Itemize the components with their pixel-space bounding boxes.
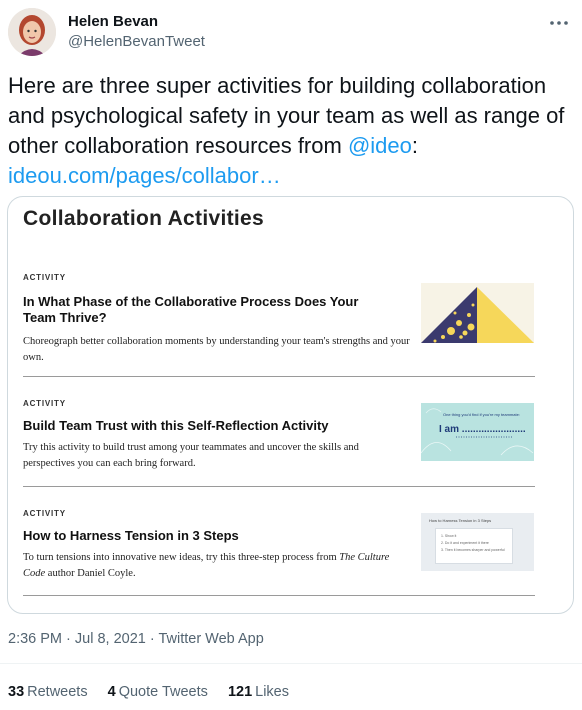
likes-count: 121 bbox=[227, 684, 253, 700]
retweets-label: Retweets bbox=[27, 684, 88, 700]
url-link[interactable]: ideou.com/pages/collabor… bbox=[8, 163, 281, 188]
activity-description: To turn tensions into innovative new ide… bbox=[23, 550, 413, 582]
author-handle[interactable]: @HelenBevanTweet bbox=[68, 33, 205, 50]
activity-thumbnail-phase bbox=[421, 283, 534, 343]
thumbnail-step: 3. Then it becomes sharper and powerful bbox=[441, 548, 505, 552]
divider bbox=[23, 595, 535, 596]
quote-tweets-count: 4 bbox=[107, 684, 116, 700]
card-title: Collaboration Activities bbox=[23, 207, 264, 230]
activity-thumbnail-tension: How to Harness Tension in 3 Steps 1. Sho… bbox=[421, 513, 534, 571]
divider bbox=[23, 486, 535, 487]
likes-label: Likes bbox=[255, 684, 289, 700]
author-name[interactable]: Helen Bevan bbox=[68, 13, 158, 30]
thumbnail-caption: One thing you'd find if you're my teamma… bbox=[443, 412, 520, 417]
thumbnail-step: 2. Do it and experiment it there bbox=[441, 541, 489, 545]
activity-thumbnail-trust: One thing you'd find if you're my teamma… bbox=[421, 403, 534, 461]
retweets-stat[interactable]: 33 Retweets bbox=[8, 684, 88, 700]
thumbnail-step: 1. Show it bbox=[441, 534, 457, 538]
activity-description: Choreograph better collaboration moments… bbox=[23, 336, 410, 363]
activity-title: How to Harness Tension in 3 Steps bbox=[23, 528, 239, 543]
divider bbox=[23, 376, 535, 377]
tweet-body-text: Here are three super activities for buil… bbox=[8, 73, 565, 158]
activity-description: Try this activity to build trust among y… bbox=[23, 442, 359, 469]
thumbnail-steps-box: 1. Show it 2. Do it and experiment it th… bbox=[435, 528, 513, 564]
tweet-timestamp[interactable]: 2:36 PM · Jul 8, 2021 · Twitter Web App bbox=[8, 631, 264, 647]
quote-tweets-stat[interactable]: 4 Quote Tweets bbox=[108, 684, 208, 700]
description-text: To turn tensions into innovative new ide… bbox=[23, 552, 340, 563]
activity-title: Build Team Trust with this Self-Reflecti… bbox=[23, 418, 329, 433]
description-text-end: author Daniel Coyle. bbox=[45, 568, 136, 579]
card-image[interactable]: Collaboration Activities ACTIVITY In Wha… bbox=[7, 196, 574, 614]
quote-tweets-label: Quote Tweets bbox=[118, 684, 208, 700]
tweet-text: Here are three super activities for buil… bbox=[8, 71, 568, 191]
thumbnail-text: I am .............................. bbox=[439, 424, 525, 435]
avatar[interactable] bbox=[8, 8, 56, 56]
mention-link[interactable]: @ideo bbox=[348, 133, 412, 158]
thumbnail-title: How to Harness Tension in 3 Steps bbox=[429, 518, 492, 523]
retweets-count: 33 bbox=[8, 684, 25, 700]
activity-label: ACTIVITY bbox=[23, 273, 66, 282]
tweet-colon: : bbox=[411, 133, 418, 158]
separator bbox=[0, 663, 582, 664]
activity-title: In What Phase of the Collaborative Proce… bbox=[23, 294, 359, 325]
likes-stat[interactable]: 121 Likes bbox=[228, 684, 289, 700]
more-options-icon[interactable] bbox=[548, 14, 570, 32]
engagement-stats: 33 Retweets 4 Quote Tweets 121 Likes bbox=[8, 684, 305, 700]
tweet-header: Helen Bevan @HelenBevanTweet bbox=[8, 6, 574, 60]
